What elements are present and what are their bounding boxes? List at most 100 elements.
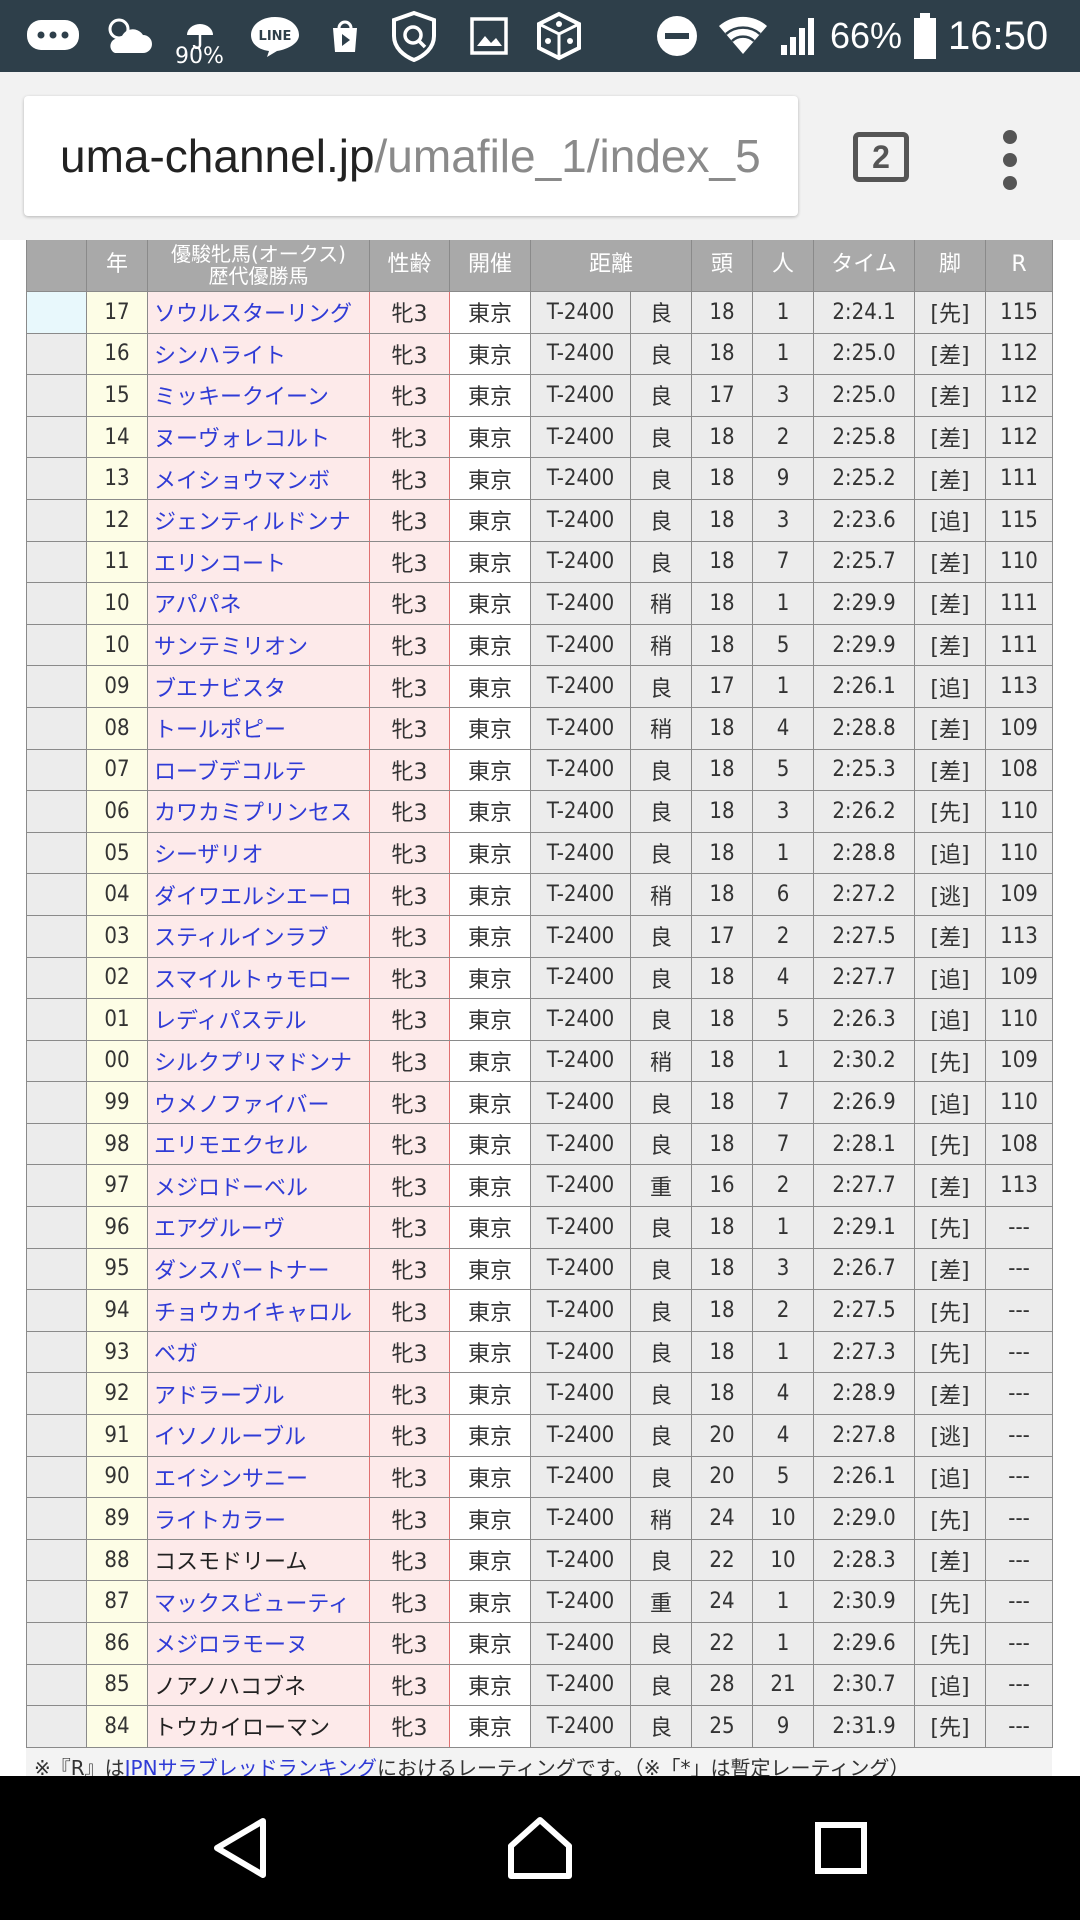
cell-track-condition: 良 [629, 1414, 693, 1457]
horse-name-link[interactable]: ヌーヴォレコルト [154, 427, 330, 452]
cell-horse-name[interactable]: チョウカイキャロル [147, 1289, 370, 1332]
cell-sex-age: 牝3 [369, 540, 450, 584]
cell-horse-name[interactable]: ローブデコルテ [147, 748, 370, 792]
cell-horse-name[interactable]: アパパネ [147, 582, 370, 625]
cell-track-condition: 重 [629, 1164, 693, 1208]
footnote-suffix: におけるレーティングです。（※「*」は暫定レーティング） [376, 1756, 910, 1776]
horse-name-link[interactable]: レディパステル [154, 1009, 306, 1034]
cell-horse-name[interactable]: スマイルトゥモロー [147, 956, 370, 1000]
cell-year: 15 [86, 374, 148, 417]
cell-horse-name[interactable]: エリンコート [147, 540, 370, 584]
cell-horse-name[interactable]: メジロドーベル [147, 1164, 370, 1208]
cell-heads: 17 [691, 914, 754, 958]
cell-horse-name[interactable]: エイシンサニー [147, 1455, 370, 1499]
horse-name-link[interactable]: マックスビューティ [154, 1592, 350, 1617]
tab-switcher-button[interactable]: 2 [853, 132, 909, 182]
cell-rating: 110 [985, 1081, 1054, 1124]
header-sex-age: 性齢 [369, 240, 450, 292]
home-nav-icon[interactable] [460, 1776, 620, 1920]
recents-nav-icon[interactable] [761, 1776, 921, 1920]
horse-name-link[interactable]: エリモエクセル [154, 1134, 308, 1159]
cell-horse-name[interactable]: ベガ [147, 1330, 370, 1374]
cell-rating: --- [985, 1497, 1054, 1540]
cell-blank [26, 998, 87, 1041]
cell-horse-name[interactable]: シンハライト [147, 332, 370, 376]
cell-rating: 108 [985, 1122, 1054, 1166]
cell-time: 2:27.7 [813, 1164, 916, 1208]
horse-name-link[interactable]: シーザリオ [154, 843, 264, 868]
table-row: 14 ヌーヴォレコルト 牝3 東京 T-2400 良 18 2 2:25.8 [差] 112 [26, 415, 1054, 459]
horse-name-link[interactable]: イソノルーブル [154, 1425, 306, 1450]
cell-horse-name[interactable]: メジロラモーヌ [147, 1622, 370, 1665]
horse-name-link[interactable]: アドラーブル [154, 1384, 285, 1409]
horse-name-link[interactable]: シルクプリマドンナ [154, 1051, 352, 1076]
horse-name-link[interactable]: シンハライト [154, 344, 286, 369]
horse-name-link[interactable]: ミッキークイーン [154, 385, 329, 410]
horse-name-link[interactable]: ローブデコルテ [154, 760, 307, 785]
cell-horse-name[interactable]: サンテミリオン [147, 623, 370, 667]
cell-horse-name[interactable]: ライトカラー [147, 1497, 370, 1540]
cell-horse-name[interactable]: エリモエクセル [147, 1122, 370, 1166]
cell-rating: 112 [985, 374, 1054, 417]
horse-name-link[interactable]: トールポピー [154, 718, 286, 743]
cell-track-condition: 良 [629, 831, 693, 875]
horse-name-link[interactable]: ウメノファイバー [154, 1093, 330, 1118]
cell-horse-name[interactable]: カワカミプリンセス [147, 790, 370, 833]
header-name-line2: 歴代優勝馬 [208, 264, 309, 288]
cell-horse-name[interactable]: ダンスパートナー [147, 1247, 370, 1291]
cell-horse-name[interactable]: メイショウマンボ [147, 457, 370, 500]
horse-name-link[interactable]: スマイルトゥモロー [154, 968, 351, 993]
cell-horse-name[interactable]: アドラーブル [147, 1372, 370, 1416]
cell-horse-name[interactable]: ブエナビスタ [147, 665, 370, 708]
cell-horse-name[interactable]: ウメノファイバー [147, 1081, 370, 1124]
horse-name-link[interactable]: エリンコート [154, 552, 286, 577]
cell-rating: 111 [985, 582, 1054, 625]
horse-name-link[interactable]: ベガ [154, 1342, 198, 1367]
horse-name-link[interactable]: メジロラモーヌ [154, 1633, 308, 1658]
cell-blank [26, 623, 87, 667]
back-nav-icon[interactable] [161, 1776, 321, 1920]
jpn-ranking-link[interactable]: JPNサラブレッドランキング [125, 1756, 377, 1776]
horse-name-link[interactable]: ブエナビスタ [154, 677, 286, 702]
cell-horse-name[interactable]: ヌーヴォレコルト [147, 415, 370, 459]
horse-name-link[interactable]: ダイワエルシエーロ [154, 885, 352, 910]
horse-name-link[interactable]: エアグルーヴ [154, 1217, 285, 1242]
cell-horse-name[interactable]: ミッキークイーン [147, 374, 370, 417]
horse-name-link[interactable]: サンテミリオン [154, 635, 308, 660]
cell-horse-name[interactable]: マックスビューティ [147, 1580, 370, 1623]
horse-name-link[interactable]: メイショウマンボ [154, 469, 330, 494]
footnote-prefix: ※『R』は [34, 1756, 125, 1776]
horse-name-link[interactable]: ジェンティルドンナ [154, 510, 351, 535]
cell-horse-name[interactable]: トールポピー [147, 706, 370, 750]
horse-name-link[interactable]: ライトカラー [154, 1509, 286, 1534]
table-row: 10 サンテミリオン 牝3 東京 T-2400 稍 18 5 2:29.9 [差] 111 [26, 623, 1054, 667]
cell-popularity: 6 [752, 873, 815, 916]
cell-horse-name[interactable]: スティルインラブ [147, 914, 370, 958]
horse-name-link[interactable]: ソウルスターリング [154, 302, 352, 327]
shield-search-icon [386, 0, 442, 72]
cell-heads: 18 [691, 956, 754, 1000]
horse-name-link[interactable]: チョウカイキャロル [154, 1301, 352, 1326]
cell-rating: --- [985, 1247, 1054, 1291]
cell-horse-name[interactable]: レディパステル [147, 998, 370, 1041]
cell-horse-name[interactable]: イソノルーブル [147, 1414, 370, 1457]
table-row: 05 シーザリオ 牝3 東京 T-2400 良 18 1 2:28.8 [追] 110 [26, 831, 1054, 875]
cell-rating: --- [985, 1206, 1054, 1249]
cell-distance: T-2400 [530, 1414, 631, 1457]
horse-name-link[interactable]: ダンスパートナー [154, 1259, 330, 1284]
cell-horse-name[interactable]: シーザリオ [147, 831, 370, 875]
cell-horse-name[interactable]: エアグルーヴ [147, 1206, 370, 1249]
cell-horse-name[interactable]: ジェンティルドンナ [147, 498, 370, 542]
horse-name-link[interactable]: カワカミプリンセス [154, 801, 352, 826]
address-bar[interactable]: uma-channel.jp/umafile_1/index_5 [24, 96, 798, 216]
cell-horse-name[interactable]: ソウルスターリング [147, 291, 370, 334]
overflow-menu-icon[interactable] [990, 130, 1030, 190]
cell-horse-name[interactable]: シルクプリマドンナ [147, 1039, 370, 1083]
horse-name-link[interactable]: スティルインラブ [154, 926, 329, 951]
cell-horse-name[interactable]: ダイワエルシエーロ [147, 873, 370, 916]
horse-name-link[interactable]: メジロドーベル [154, 1176, 308, 1201]
horse-name-link[interactable]: エイシンサニー [154, 1467, 308, 1492]
horse-name-link[interactable]: アパパネ [154, 593, 242, 618]
cell-time: 2:28.3 [813, 1538, 916, 1582]
cell-year: 88 [86, 1538, 148, 1582]
